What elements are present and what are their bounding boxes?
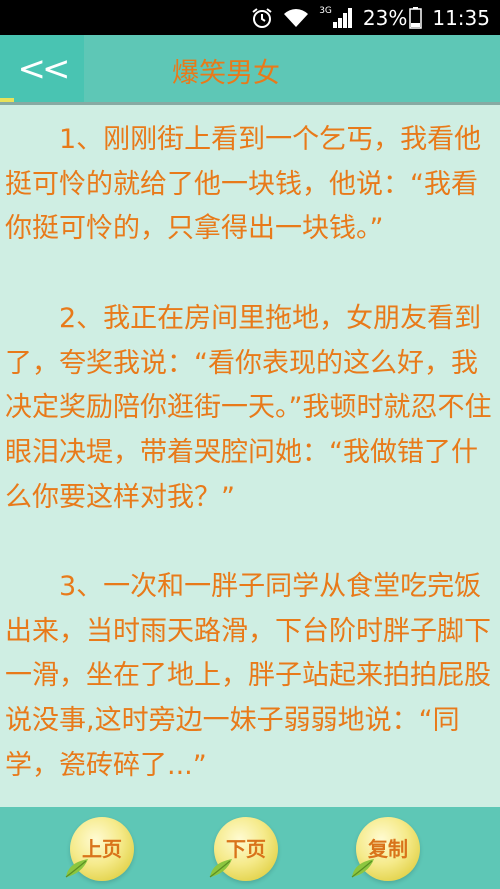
clock-time: 11:35 xyxy=(432,5,490,30)
prev-page-label: 上页 xyxy=(82,836,122,861)
network-type-label: 3G xyxy=(319,5,332,16)
prev-page-button[interactable]: 上页 xyxy=(65,817,134,881)
header: << 爆笑男女 xyxy=(0,35,500,105)
joke-item: 3、一次和一胖子同学从食堂吃完饭出来，当时雨天路滑，下台阶时胖子脚下一滑，坐在了… xyxy=(5,571,491,781)
next-page-label: 下页 xyxy=(226,836,266,861)
back-chevrons-icon: << xyxy=(17,48,71,89)
accent-bar xyxy=(0,98,14,102)
bottom-bar: 上页 下页 复制 xyxy=(0,807,500,889)
joke-item: 1、刚刚街上看到一个乞丐，我看他挺可怜的就给了他一块钱，他说：“我看你挺可怜的，… xyxy=(5,124,482,245)
battery-percent: 23% xyxy=(362,5,408,30)
copy-label: 复制 xyxy=(368,836,408,861)
cell-signal-icon: 3G xyxy=(319,5,353,28)
back-button[interactable]: << xyxy=(0,35,84,102)
joke-item: 2、我正在房间里拖地，女朋友看到了，夸奖我说：“看你表现的这么好，我决定奖励陪你… xyxy=(5,302,492,513)
copy-button[interactable]: 复制 xyxy=(351,817,420,881)
status-bar: 3G 23% 11:35 xyxy=(0,0,500,35)
page-title: 爆笑男女 xyxy=(172,58,280,89)
alarm-icon xyxy=(251,7,273,29)
joke-content: 1、刚刚街上看到一个乞丐，我看他挺可怜的就给了他一块钱，他说：“我看你挺可怜的，… xyxy=(0,110,500,807)
next-page-button[interactable]: 下页 xyxy=(209,817,278,881)
battery-icon xyxy=(409,6,423,29)
wifi-icon xyxy=(283,8,309,28)
